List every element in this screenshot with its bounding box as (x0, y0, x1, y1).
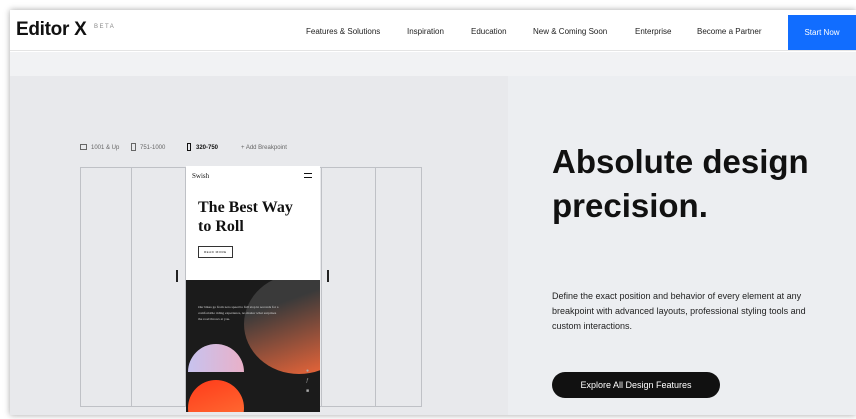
nav-item-education[interactable]: Education (471, 27, 507, 36)
resize-handle-left[interactable] (176, 270, 178, 282)
breakpoint-desktop[interactable]: 1001 & Up (91, 145, 119, 151)
read-more-button[interactable]: READ MORE (198, 246, 233, 258)
nav-item-become-partner[interactable]: Become a Partner (697, 27, 761, 36)
breakpoint-guide (375, 167, 376, 407)
resize-handle-right[interactable] (327, 270, 329, 282)
nav-item-enterprise[interactable]: Enterprise (635, 27, 671, 36)
explore-features-button[interactable]: Explore All Design Features (552, 372, 720, 398)
browser-frame: Editor X BETA Features & Solutions Inspi… (10, 10, 856, 415)
sub-header-strip (10, 52, 856, 76)
facebook-icon[interactable]: ƒ (306, 378, 309, 384)
mobile-icon (187, 143, 191, 151)
nav-item-new-coming-soon[interactable]: New & Coming Soon (533, 27, 607, 36)
preview-paragraph: Our bikes go from zero speed to full sto… (198, 305, 279, 321)
tablet-icon (131, 143, 136, 151)
editor-x-logo[interactable]: Editor X (16, 19, 87, 41)
gradient-circle-decoration (244, 280, 320, 374)
mobile-preview: Swish The Best Way to Roll READ MORE Our… (186, 166, 320, 412)
desktop-icon (80, 144, 87, 150)
preview-title: The Best Way to Roll (198, 199, 293, 235)
nav-item-features[interactable]: Features & Solutions (306, 27, 380, 36)
twitter-icon[interactable]: ● (306, 368, 309, 374)
hero-description: Define the exact position and behavior o… (552, 291, 806, 331)
breakpoint-guide (321, 167, 322, 407)
preview-dark-section: Our bikes go from zero speed to full sto… (186, 280, 320, 412)
preview-brand: Swish (192, 172, 210, 180)
top-nav: Editor X BETA Features & Solutions Inspi… (10, 10, 856, 51)
add-breakpoint-link[interactable]: + Add Breakpoint (241, 145, 287, 151)
breakpoint-guide (131, 167, 132, 407)
orange-circle-decoration (188, 380, 244, 412)
hero-headline: Absolute design precision. (552, 143, 809, 224)
beta-badge: BETA (94, 24, 116, 30)
breakpoint-tablet[interactable]: 751-1000 (140, 145, 165, 151)
hamburger-icon[interactable] (304, 173, 312, 178)
nav-item-inspiration[interactable]: Inspiration (407, 27, 444, 36)
start-now-button[interactable]: Start Now (788, 15, 856, 50)
breakpoint-mobile[interactable]: 320-750 (196, 145, 218, 151)
linkedin-icon[interactable]: ■ (306, 388, 309, 394)
hero-right-panel (508, 76, 856, 415)
